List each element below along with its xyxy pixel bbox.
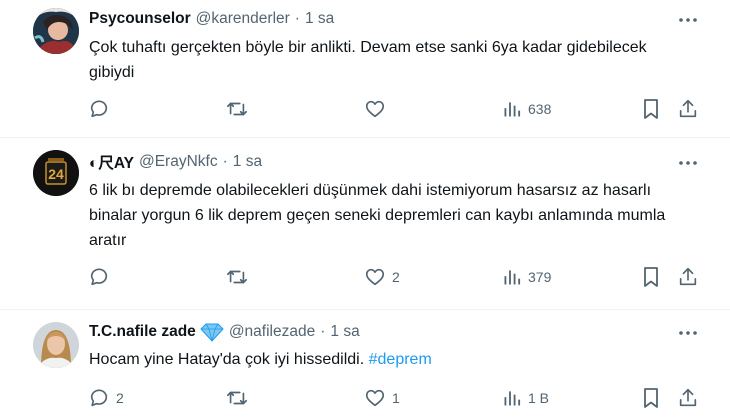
- avatar[interactable]: [33, 322, 79, 368]
- share-icon: [677, 266, 699, 288]
- tweet-actions: 2 1 1 B: [0, 386, 730, 410]
- retweet-icon: [226, 387, 248, 409]
- views-count: 1 B: [528, 390, 550, 406]
- views-icon: [502, 99, 522, 119]
- tweet-2[interactable]: 24 ◐尺AY @ErayNkfc · 1 sa 6 lik bı deprem…: [0, 138, 730, 309]
- reply-button[interactable]: [88, 97, 116, 121]
- share-button[interactable]: [677, 386, 699, 410]
- retweet-button[interactable]: [226, 386, 254, 410]
- reply-icon: [88, 98, 110, 120]
- like-icon: [364, 98, 386, 120]
- retweet-button[interactable]: [226, 265, 254, 289]
- bookmark-button[interactable]: [641, 386, 661, 410]
- views-icon: [502, 267, 522, 287]
- reply-icon: [88, 266, 110, 288]
- like-button[interactable]: 2: [364, 265, 400, 289]
- timestamp[interactable]: 1 sa: [305, 10, 334, 28]
- separator-dot: ·: [320, 323, 326, 340]
- timestamp[interactable]: 1 sa: [330, 323, 359, 341]
- share-button[interactable]: [677, 265, 699, 289]
- bookmark-icon: [641, 387, 661, 409]
- tweet-text: Çok tuhaftı gerçekten böyle bir anlikti.…: [89, 39, 647, 81]
- avatar[interactable]: [33, 8, 79, 54]
- like-button[interactable]: [364, 97, 392, 121]
- like-count: 2: [392, 269, 400, 285]
- display-name[interactable]: ◐尺AY: [89, 151, 134, 173]
- like-button[interactable]: 1: [364, 386, 400, 410]
- bookmark-icon: [641, 98, 661, 120]
- bookmark-button[interactable]: [641, 265, 661, 289]
- tweet-actions: 638: [0, 97, 730, 121]
- like-icon: [364, 387, 386, 409]
- retweet-icon: [226, 98, 248, 120]
- views-count: 638: [528, 101, 552, 117]
- like-count: 1: [392, 390, 400, 406]
- views-icon: [502, 388, 522, 408]
- separator-dot: ·: [294, 10, 300, 27]
- reply-count: 2: [116, 390, 124, 406]
- bookmark-button[interactable]: [641, 97, 661, 121]
- display-name[interactable]: Psycounselor: [89, 10, 191, 28]
- share-button[interactable]: [677, 97, 699, 121]
- verified-badge-icon: [200, 322, 224, 342]
- avatar[interactable]: 24: [33, 150, 79, 196]
- tweet-text: Hocam yine Hatay'da çok iyi hissedildi. …: [89, 347, 699, 372]
- hashtag-link[interactable]: #deprem: [369, 351, 432, 368]
- more-icon[interactable]: [678, 323, 698, 343]
- reply-button[interactable]: [88, 265, 116, 289]
- views-button[interactable]: 379: [502, 265, 551, 289]
- retweet-button[interactable]: [226, 97, 254, 121]
- separator-dot: ·: [222, 153, 228, 170]
- timestamp[interactable]: 1 sa: [233, 153, 262, 171]
- tweet-header: T.C.nafile zade @nafilezade · 1 sa: [89, 322, 360, 342]
- tweet-actions: 2 379: [0, 265, 730, 289]
- display-name[interactable]: T.C.nafile zade: [89, 323, 196, 341]
- tweet-3[interactable]: T.C.nafile zade @nafilezade · 1 sa Hocam…: [0, 310, 730, 420]
- share-icon: [677, 387, 699, 409]
- user-handle[interactable]: @nafilezade: [229, 323, 315, 341]
- more-icon[interactable]: [678, 10, 698, 30]
- share-icon: [677, 98, 699, 120]
- retweet-icon: [226, 266, 248, 288]
- user-handle[interactable]: @ErayNkfc: [139, 153, 218, 171]
- views-count: 379: [528, 269, 552, 285]
- reply-button[interactable]: 2: [88, 386, 124, 410]
- tweet-header: ◐尺AY @ErayNkfc · 1 sa: [89, 152, 262, 172]
- like-icon: [364, 266, 386, 288]
- svg-text:24: 24: [48, 166, 64, 182]
- tweet-header: Psycounselor @karenderler · 1 sa: [89, 9, 334, 29]
- reply-icon: [88, 387, 110, 409]
- views-button[interactable]: 638: [502, 97, 551, 121]
- bookmark-icon: [641, 266, 661, 288]
- views-button[interactable]: 1 B: [502, 386, 549, 410]
- more-icon[interactable]: [678, 153, 698, 173]
- tweet-1[interactable]: Psycounselor @karenderler · 1 sa Çok tuh…: [0, 0, 730, 137]
- user-handle[interactable]: @karenderler: [196, 10, 290, 28]
- tweet-text: 6 lik bı depremde olabilecekleri düşünme…: [89, 182, 666, 249]
- tweet-text-body: Hocam yine Hatay'da çok iyi hissedildi.: [89, 351, 369, 368]
